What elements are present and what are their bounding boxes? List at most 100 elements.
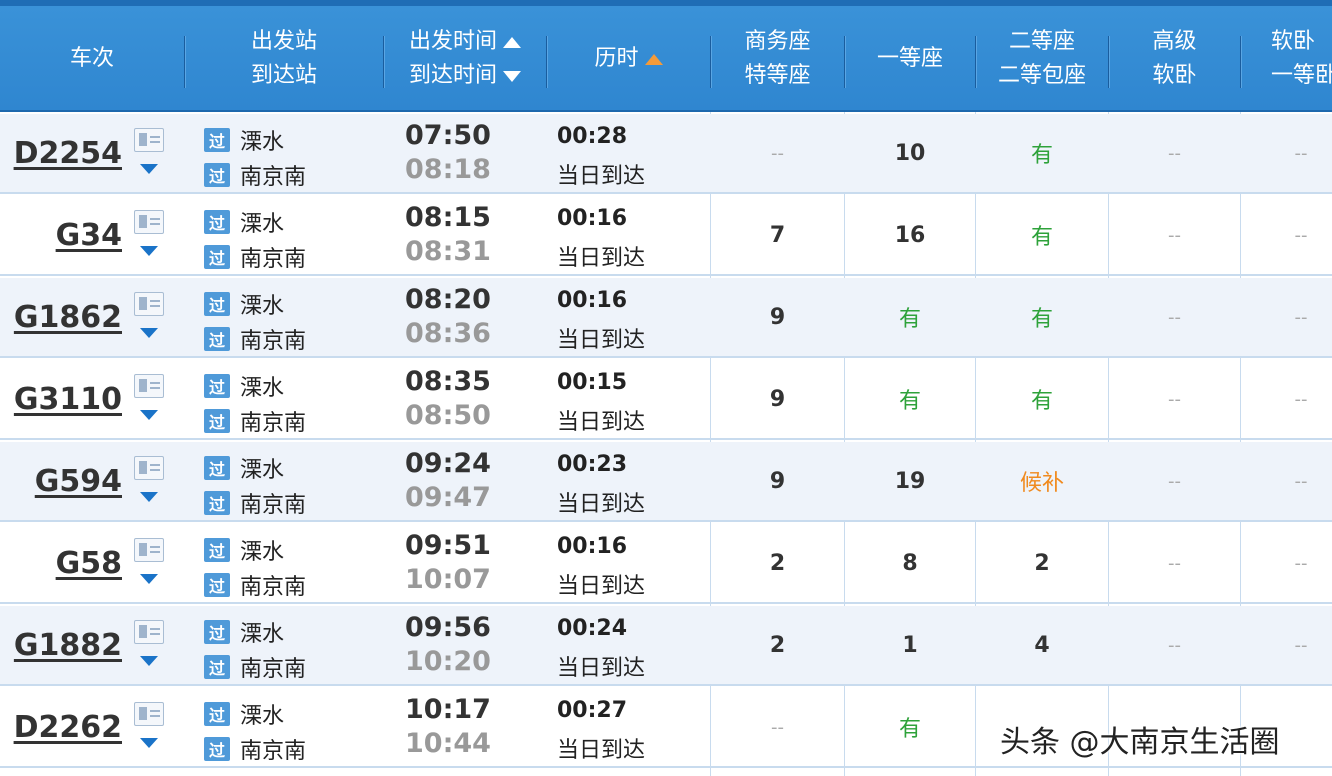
depart-time: 09:56: [405, 612, 491, 643]
duration: 00:23: [557, 452, 628, 477]
seat-soft-cell: --: [1294, 634, 1308, 656]
depart-time: 08:15: [405, 202, 491, 233]
seat-second-cell: 有: [1030, 307, 1053, 332]
header-first-class-label: 一等座: [876, 46, 943, 71]
depart-station: 过溧水: [204, 698, 284, 730]
seat-second-cell: 有: [1030, 143, 1053, 168]
arrive-station-name: 南京南: [240, 657, 307, 682]
pass-through-icon: 过: [204, 163, 230, 187]
depart-station: 过溧水: [204, 124, 284, 156]
expand-stops-icon[interactable]: [140, 738, 158, 748]
depart-station-name: 溧水: [240, 212, 285, 237]
duration: 00:16: [557, 206, 628, 231]
seat-first-cell: 有: [898, 389, 921, 414]
id-card-icon[interactable]: [134, 374, 164, 398]
arrival-day: 当日到达: [557, 738, 646, 763]
train-number-link[interactable]: G34: [56, 218, 122, 254]
id-card-icon[interactable]: [134, 456, 164, 480]
pass-through-icon: 过: [204, 737, 230, 761]
id-card-icon[interactable]: [134, 702, 164, 726]
arrive-station: 过南京南: [204, 487, 306, 519]
sort-arrive-time-button[interactable]: 到达时间: [409, 59, 521, 93]
pass-through-icon: 过: [204, 409, 230, 433]
arrive-station-name: 南京南: [240, 329, 307, 354]
arrive-time: 08:31: [405, 236, 491, 267]
sort-down-icon: [503, 70, 521, 82]
arrive-time: 10:20: [405, 646, 491, 677]
expand-stops-icon[interactable]: [140, 328, 158, 338]
header-adv-soft-label: 软卧: [1152, 63, 1197, 88]
pass-through-icon: 过: [204, 210, 230, 234]
id-card-icon[interactable]: [134, 210, 164, 234]
header-first-sleeper-label: 一等卧: [1271, 63, 1332, 88]
table-row[interactable]: G34 过溧水过南京南 08:15 08:31 00:16 当日到达 7 16 有 -- --: [0, 196, 1332, 276]
train-number-link[interactable]: G58: [56, 546, 122, 582]
arrive-station: 过南京南: [204, 241, 306, 273]
id-card-icon[interactable]: [134, 128, 164, 152]
pass-through-icon: 过: [204, 327, 230, 351]
table-row[interactable]: G3110 过溧水过南京南 08:35 08:50 00:15 当日到达 9 有 有 -- --: [0, 360, 1332, 440]
expand-stops-icon[interactable]: [140, 492, 158, 502]
table-row[interactable]: G58 过溧水过南京南 09:51 10:07 00:16 当日到达 2 8 2 -- --: [0, 524, 1332, 604]
table-row[interactable]: G1862 过溧水过南京南 08:20 08:36 00:16 当日到达 9 有 有 -- --: [0, 278, 1332, 358]
duration: 00:27: [557, 698, 628, 723]
arrive-time: 08:18: [405, 154, 491, 185]
train-number-link[interactable]: G594: [35, 464, 122, 500]
arrive-station: 过南京南: [204, 405, 306, 437]
header-depart-time: 出发时间: [408, 29, 497, 54]
expand-stops-icon[interactable]: [140, 656, 158, 666]
arrive-station-name: 南京南: [240, 493, 307, 518]
arrival-day: 当日到达: [557, 492, 646, 517]
depart-station-name: 溧水: [240, 540, 285, 565]
id-card-icon[interactable]: [134, 292, 164, 316]
pass-through-icon: 过: [204, 491, 230, 515]
header-times: 出发时间 到达时间: [384, 6, 546, 112]
depart-station: 过溧水: [204, 288, 284, 320]
train-number-link[interactable]: G1862: [14, 300, 122, 336]
expand-stops-icon[interactable]: [140, 410, 158, 420]
pass-through-icon: 过: [204, 702, 230, 726]
pass-through-icon: 过: [204, 655, 230, 679]
header-second-box-label: 二等包座: [997, 63, 1086, 88]
pass-through-icon: 过: [204, 573, 230, 597]
depart-station: 过溧水: [204, 534, 284, 566]
duration: 00:15: [557, 370, 628, 395]
expand-stops-icon[interactable]: [140, 574, 158, 584]
expand-stops-icon[interactable]: [140, 164, 158, 174]
id-card-icon[interactable]: [134, 620, 164, 644]
header-second-class: 二等座 二等包座: [976, 6, 1108, 112]
seat-soft-cell: --: [1294, 388, 1308, 410]
header-special-label: 特等座: [744, 63, 811, 88]
train-number-link[interactable]: G1882: [14, 628, 122, 664]
depart-time: 08:35: [405, 366, 491, 397]
header-arrive-time: 到达时间: [408, 63, 497, 88]
table-header: 车次 出发站 到达站 出发时间 到达时间 历时 商务座 特等座 一等座 二等座 …: [0, 0, 1332, 112]
id-card-icon[interactable]: [134, 538, 164, 562]
train-number-link[interactable]: G3110: [14, 382, 122, 418]
pass-through-icon: 过: [204, 456, 230, 480]
expand-stops-icon[interactable]: [140, 246, 158, 256]
table-row[interactable]: G594 过溧水过南京南 09:24 09:47 00:23 当日到达 9 19 候补 -- --: [0, 442, 1332, 522]
header-soft-label: 软卧: [1271, 29, 1316, 54]
arrive-station-name: 南京南: [240, 247, 307, 272]
seat-second-cell[interactable]: 候补: [976, 442, 1108, 520]
arrive-station: 过南京南: [204, 733, 306, 765]
train-number-link[interactable]: D2262: [14, 710, 122, 746]
seat-advsoft-cell: --: [1168, 142, 1181, 164]
header-train-no: 车次: [0, 6, 184, 112]
train-number-link[interactable]: D2254: [14, 136, 122, 172]
table-row[interactable]: G1882 过溧水过南京南 09:56 10:20 00:24 当日到达 2 1 4 -- --: [0, 606, 1332, 686]
header-depart-station: 出发站: [250, 29, 317, 54]
sort-depart-time-button[interactable]: 出发时间: [409, 25, 521, 59]
duration: 00:28: [557, 124, 628, 149]
depart-time: 08:20: [405, 284, 491, 315]
duration: 00:16: [557, 288, 628, 313]
sort-duration-button[interactable]: 历时: [594, 42, 663, 76]
depart-station-name: 溧水: [240, 704, 285, 729]
header-stations: 出发站 到达站: [185, 6, 383, 112]
table-row[interactable]: D2254 过溧水过南京南 07:50 08:18 00:28 当日到达 -- 10 有 -- --: [0, 114, 1332, 194]
arrive-time: 09:47: [405, 482, 491, 513]
header-duration: 历时: [547, 6, 710, 112]
seat-first-cell: 8: [902, 550, 918, 576]
seat-business-cell: 7: [769, 222, 786, 248]
